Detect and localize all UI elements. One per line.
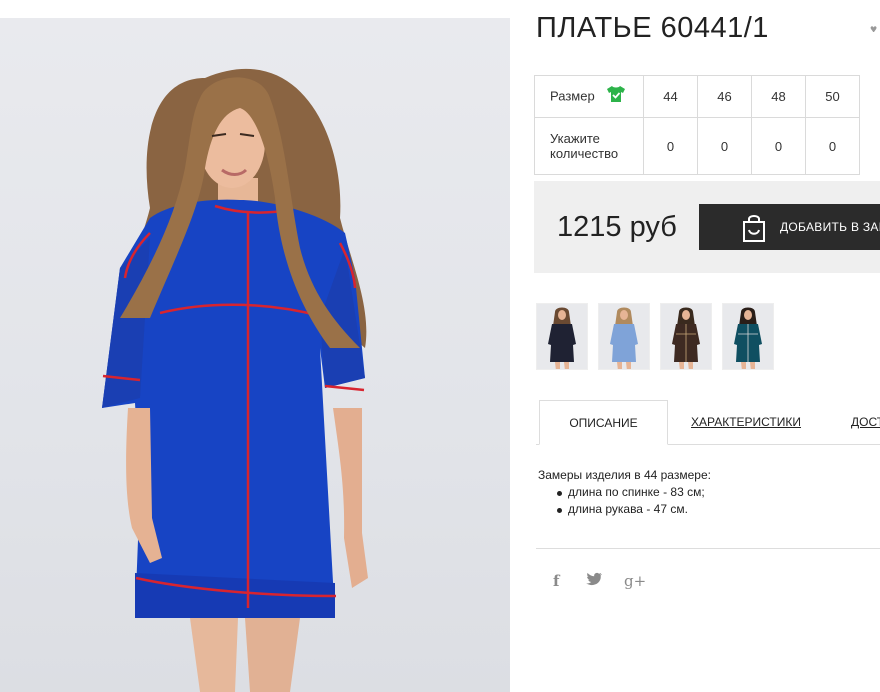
t-shirt-check-icon[interactable] bbox=[606, 85, 626, 106]
add-to-cart-label: ДОБАВИТЬ В ЗАКАЗ bbox=[780, 220, 880, 234]
product-main-photo[interactable] bbox=[0, 18, 510, 692]
thumbnail-brown-dress[interactable] bbox=[660, 303, 712, 370]
description-list: длина по спинке - 83 см; длина рукава - … bbox=[554, 484, 711, 518]
divider bbox=[536, 548, 880, 549]
tab-description[interactable]: ОПИСАНИЕ bbox=[539, 400, 668, 445]
price-bar: 1215 руб ДОБАВИТЬ В ЗАКАЗ bbox=[534, 181, 880, 273]
thumbnail-light-blue-dress[interactable] bbox=[598, 303, 650, 370]
google-plus-icon[interactable]: g+ bbox=[624, 572, 646, 590]
quantity-input[interactable]: 0 bbox=[805, 117, 860, 175]
tab-delivery[interactable]: ДОСТАВКА bbox=[851, 400, 880, 445]
dress-thumbnail-image bbox=[734, 307, 762, 369]
size-quantity-table: Размер 44 46 48 50 Укажите количество 0 … bbox=[534, 75, 860, 175]
quantity-input[interactable]: 0 bbox=[751, 117, 806, 175]
size-option[interactable]: 46 bbox=[697, 75, 752, 118]
description-intro: Замеры изделия в 44 размере: bbox=[538, 468, 711, 482]
size-option[interactable]: 48 bbox=[751, 75, 806, 118]
model-in-blue-dress-photo bbox=[102, 68, 368, 692]
list-item: длина по спинке - 83 см; bbox=[554, 484, 711, 501]
dress-thumbnail-image bbox=[548, 307, 576, 369]
twitter-bird-icon[interactable] bbox=[586, 572, 602, 590]
thumbnail-black-dress[interactable] bbox=[536, 303, 588, 370]
description-panel: Замеры изделия в 44 размере: длина по сп… bbox=[538, 467, 711, 518]
quantity-input[interactable]: 0 bbox=[643, 117, 698, 175]
wishlist-icon[interactable]: ♥ bbox=[870, 22, 880, 32]
product-price: 1215 руб bbox=[557, 211, 677, 243]
size-row: Размер 44 46 48 50 bbox=[534, 75, 860, 118]
add-to-cart-button[interactable]: ДОБАВИТЬ В ЗАКАЗ bbox=[699, 204, 880, 250]
product-title: ПЛАТЬЕ 60441/1 bbox=[536, 12, 769, 44]
quantity-label: Укажите количество bbox=[534, 117, 644, 175]
list-item: длина рукава - 47 см. bbox=[554, 501, 711, 518]
size-option[interactable]: 44 bbox=[643, 75, 698, 118]
thumbnail-teal-dress[interactable] bbox=[722, 303, 774, 370]
quantity-input[interactable]: 0 bbox=[697, 117, 752, 175]
quantity-row: Укажите количество 0 0 0 0 bbox=[534, 117, 860, 175]
size-label: Размер bbox=[550, 87, 595, 103]
dress-thumbnail-image bbox=[672, 307, 700, 369]
size-option[interactable]: 50 bbox=[805, 75, 860, 118]
shopping-bag-icon bbox=[741, 213, 767, 246]
tab-characteristics[interactable]: ХАРАКТЕРИСТИКИ bbox=[691, 400, 801, 445]
size-label-cell: Размер bbox=[534, 75, 644, 118]
dress-thumbnail-image bbox=[610, 307, 638, 369]
facebook-icon[interactable]: f bbox=[553, 572, 559, 590]
